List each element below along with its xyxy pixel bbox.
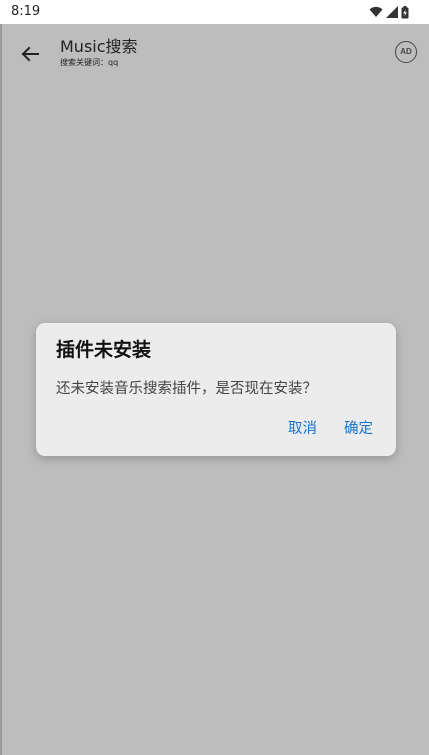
app-bar: Music搜索 搜索关键词：qq AD — [0, 24, 429, 82]
cancel-button[interactable]: 取消 — [288, 419, 317, 439]
status-icons — [369, 4, 409, 20]
ad-icon[interactable]: AD — [395, 41, 417, 63]
confirm-button[interactable]: 确定 — [344, 419, 373, 439]
wifi-icon — [369, 6, 383, 17]
search-keyword-subtitle: 搜索关键词：qq — [60, 58, 119, 67]
install-plugin-dialog: 插件未安装 还未安装音乐搜索插件，是否现在安装？ 取消 确定 — [36, 323, 396, 456]
page-title: Music搜索 — [60, 37, 138, 56]
status-bar: 8:19 — [0, 0, 429, 24]
left-edge-divider — [0, 24, 2, 755]
dialog-message: 还未安装音乐搜索插件，是否现在安装？ — [56, 381, 317, 397]
back-button[interactable] — [16, 40, 44, 68]
cellular-signal-icon — [386, 6, 398, 18]
status-time: 8:19 — [11, 4, 41, 19]
dialog-title: 插件未安装 — [56, 339, 152, 361]
arrow-left-icon — [21, 46, 39, 62]
battery-icon — [401, 5, 409, 18]
